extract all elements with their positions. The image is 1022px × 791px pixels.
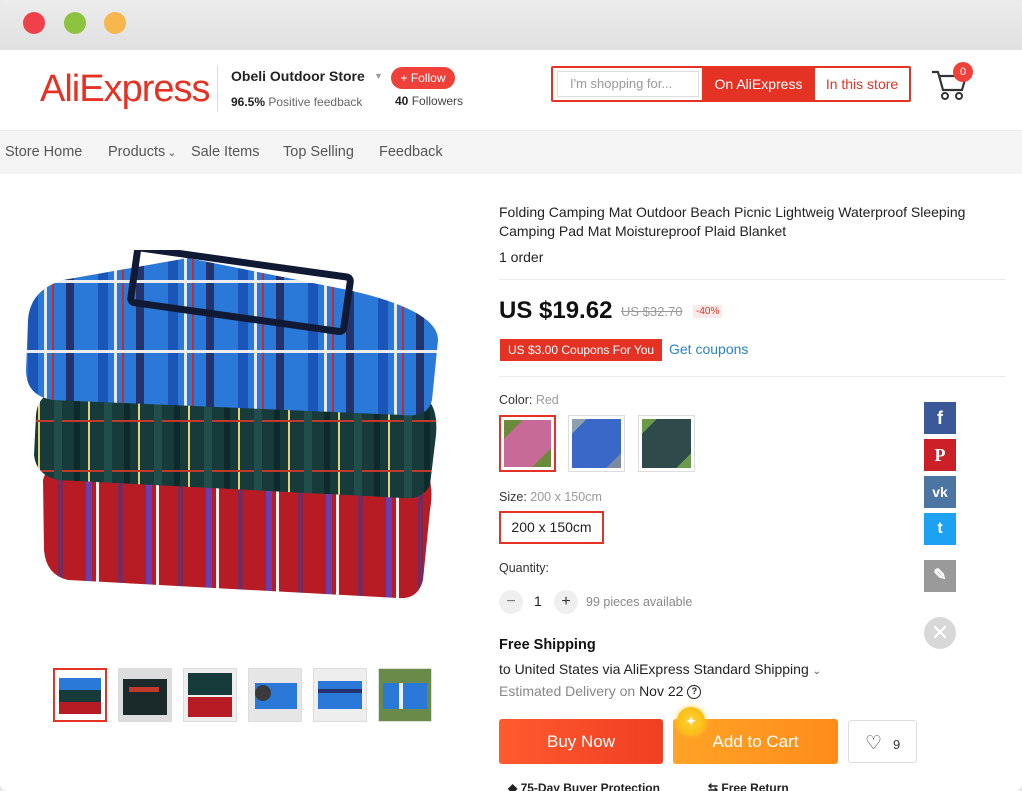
color-label: Color: Red bbox=[499, 393, 559, 407]
shipping-title: Free Shipping bbox=[499, 637, 596, 653]
divider bbox=[499, 376, 1006, 377]
quantity-increase-button[interactable]: + bbox=[554, 590, 578, 614]
nav-sale-items[interactable]: Sale Items bbox=[191, 144, 260, 160]
free-return: ⇆ Free Return bbox=[708, 781, 789, 791]
get-coupons-link[interactable]: Get coupons bbox=[669, 341, 748, 357]
search-input[interactable]: I'm shopping for... bbox=[557, 71, 699, 97]
shipping-method[interactable]: to United States via AliExpress Standard… bbox=[499, 661, 821, 677]
buy-now-button[interactable]: Buy Now bbox=[499, 719, 663, 764]
size-selected-value: 200 x 150cm bbox=[530, 490, 602, 504]
header-divider bbox=[217, 66, 218, 112]
discount-badge: -40% bbox=[693, 305, 723, 318]
color-swatch-green[interactable] bbox=[638, 415, 695, 472]
sparkle-icon: ✦ bbox=[677, 707, 705, 735]
close-window-button[interactable] bbox=[23, 12, 45, 34]
size-label-text: Size: bbox=[499, 490, 527, 504]
facebook-share-icon[interactable]: f bbox=[924, 402, 956, 434]
color-label-text: Color: bbox=[499, 393, 533, 407]
product-main-image[interactable] bbox=[18, 244, 443, 625]
chevron-down-icon[interactable]: ▼ bbox=[374, 71, 383, 81]
thumbnail-2[interactable] bbox=[118, 668, 172, 722]
nav-products[interactable]: Products ⌄ bbox=[108, 144, 176, 160]
maximize-window-button[interactable] bbox=[64, 12, 86, 34]
pieces-available: 99 pieces available bbox=[586, 595, 693, 609]
quantity-label: Quantity: bbox=[499, 561, 550, 575]
cart-count-badge: 0 bbox=[953, 62, 973, 82]
search-in-store-button[interactable]: In this store bbox=[815, 68, 909, 100]
nav-store-home[interactable]: Store Home bbox=[5, 144, 82, 160]
thumbnail-3[interactable] bbox=[183, 668, 237, 722]
aliexpress-logo[interactable]: AliExpress bbox=[40, 68, 210, 111]
edit-icon[interactable]: ✎ bbox=[924, 560, 956, 592]
free-return-text: Free Return bbox=[721, 781, 789, 791]
estimated-delivery: Estimated Delivery on Nov 22? bbox=[499, 683, 702, 700]
vk-share-icon[interactable]: vk bbox=[924, 476, 956, 508]
quantity-decrease-button[interactable]: − bbox=[499, 590, 523, 614]
wishlist-count: 9 bbox=[893, 737, 901, 752]
window-titlebar bbox=[0, 0, 1022, 50]
buyer-protection: ◆ 75-Day Buyer Protection bbox=[508, 781, 660, 791]
follow-button[interactable]: + Follow bbox=[391, 67, 455, 89]
search-box: I'm shopping for... On AliExpress In thi… bbox=[551, 66, 911, 102]
current-price: US $19.62 bbox=[499, 297, 613, 324]
size-option-200x150[interactable]: 200 x 150cm bbox=[499, 511, 604, 544]
thumbnail-4[interactable] bbox=[248, 668, 302, 722]
pinterest-share-icon[interactable]: P bbox=[924, 439, 956, 471]
help-icon[interactable]: ? bbox=[687, 685, 702, 700]
chevron-down-icon: ⌄ bbox=[812, 666, 822, 677]
color-swatch-red[interactable] bbox=[499, 415, 556, 472]
nav-feedback[interactable]: Feedback bbox=[379, 144, 443, 160]
return-icon: ⇆ bbox=[708, 781, 722, 791]
followers-count: 40 Followers bbox=[395, 94, 463, 108]
followers-label: Followers bbox=[411, 94, 464, 108]
delivery-date: Nov 22 bbox=[639, 683, 684, 699]
coupon-tag: US $3.00 Coupons For You bbox=[500, 339, 663, 361]
store-nav: Store Home Products ⌄ Sale Items Top Sell… bbox=[0, 130, 1022, 174]
shipping-method-text: to United States via AliExpress Standard… bbox=[499, 661, 809, 677]
chevron-down-icon: ⌄ bbox=[167, 147, 177, 159]
positive-feedback: 96.5% Positive feedback bbox=[231, 95, 362, 109]
color-swatch-blue[interactable] bbox=[568, 415, 625, 472]
size-label: Size: 200 x 150cm bbox=[499, 490, 602, 504]
followers-number: 40 bbox=[395, 94, 409, 108]
thumbnail-5[interactable] bbox=[313, 668, 367, 722]
wishlist-button[interactable]: ♡ 9 bbox=[848, 720, 917, 763]
minimize-window-button[interactable] bbox=[104, 12, 126, 34]
product-title: Folding Camping Mat Outdoor Beach Picnic… bbox=[499, 204, 966, 239]
buyer-protection-text: 75-Day Buyer Protection bbox=[520, 781, 660, 791]
original-price: US $32.70 bbox=[621, 304, 683, 319]
feedback-percent: 96.5% bbox=[231, 95, 266, 109]
close-icon[interactable]: ✕ bbox=[924, 617, 956, 649]
quantity-value[interactable]: 1 bbox=[534, 593, 542, 609]
browser-window: AliExpress Obeli Outdoor Store ▼ + Follo… bbox=[0, 0, 1022, 791]
divider bbox=[499, 279, 1006, 280]
thumbnail-1[interactable] bbox=[53, 668, 107, 722]
feedback-label: Positive feedback bbox=[268, 95, 363, 109]
twitter-share-icon[interactable]: t bbox=[924, 513, 956, 545]
color-selected-value: Red bbox=[535, 393, 559, 407]
order-count: 1 order bbox=[499, 249, 544, 265]
nav-products-label: Products bbox=[108, 144, 166, 160]
heart-icon: ♡ bbox=[865, 733, 883, 754]
nav-top-selling[interactable]: Top Selling bbox=[283, 144, 354, 160]
store-name-link[interactable]: Obeli Outdoor Store bbox=[231, 68, 365, 84]
store-header: AliExpress Obeli Outdoor Store ▼ + Follo… bbox=[0, 50, 1022, 130]
thumbnail-6[interactable] bbox=[378, 668, 432, 722]
shield-icon: ◆ bbox=[508, 781, 521, 791]
search-on-aliexpress-button[interactable]: On AliExpress bbox=[702, 68, 815, 100]
delivery-label: Estimated Delivery on bbox=[499, 683, 636, 699]
